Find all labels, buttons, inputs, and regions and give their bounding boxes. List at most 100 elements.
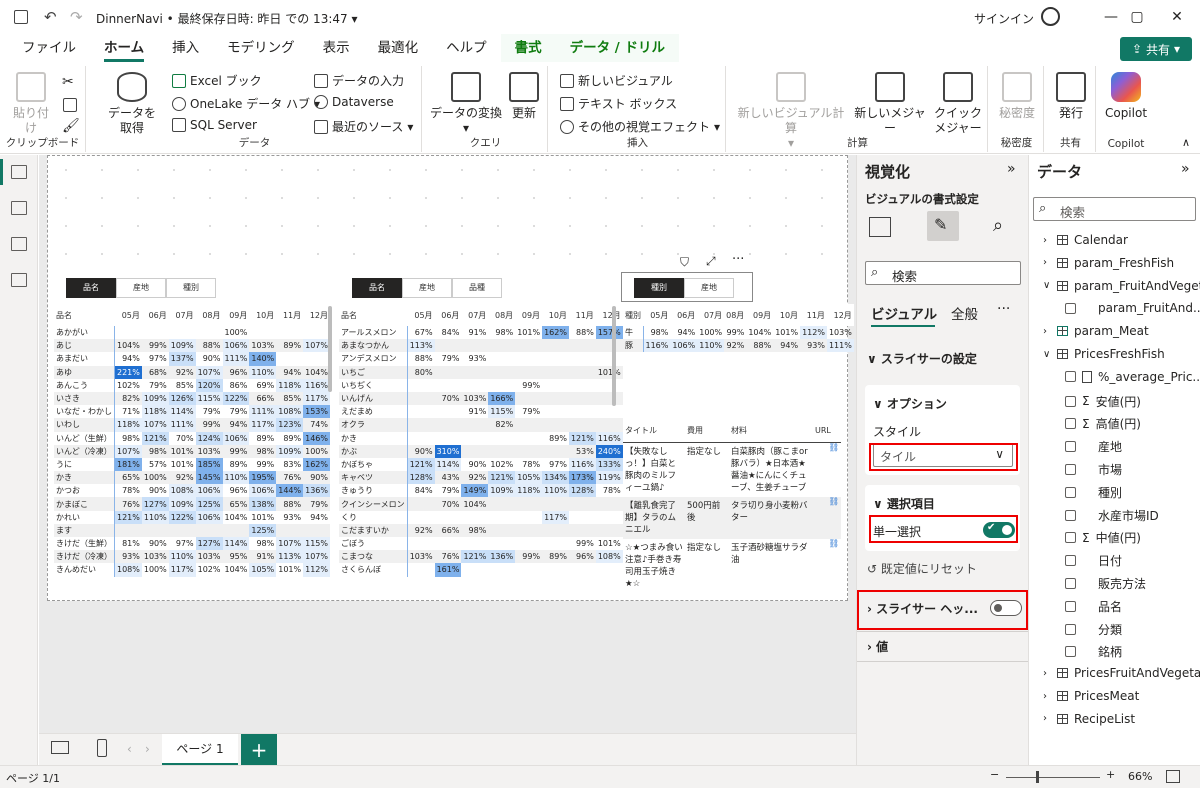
column-header[interactable]: 10月 (249, 304, 277, 326)
new-measure-button[interactable]: 新しいメジャー (850, 72, 930, 136)
column-header[interactable]: 09月 (746, 304, 774, 326)
slicer-tile[interactable]: 産地 (116, 278, 166, 298)
field-item[interactable]: %_average_Pric... (1065, 370, 1200, 384)
chevron-right-icon[interactable]: › (1043, 668, 1051, 679)
collapse-pane-icon[interactable]: » (1007, 161, 1016, 177)
table-row[interactable]: えだまめ 91% 115% 79% (339, 405, 623, 419)
table-row[interactable]: きけだ（冷凍） 93% 103% 110% 103% 95% 91% 113% 107% (54, 550, 330, 564)
prev-page-icon[interactable]: ‹ (127, 742, 132, 756)
values-section[interactable]: › 値 (867, 638, 888, 655)
text-box-button[interactable]: テキスト ボックス (560, 95, 677, 112)
column-header[interactable]: 05月 (114, 304, 142, 326)
column-header[interactable]: 12月 (303, 304, 330, 326)
table-row[interactable]: 【失敗なしっ！】白菜と豚肉のミルフィーユ鍋♪ 指定なし 白菜豚肉（豚こまor豚バラ）… (623, 442, 841, 497)
table-row[interactable]: こだますいか 92% 66% 98% (339, 523, 623, 537)
field-item[interactable]: 販売方法 (1065, 575, 1146, 592)
sensitivity-button[interactable]: 秘密度 (994, 72, 1040, 121)
slicer-tile[interactable]: 種別 (166, 278, 216, 298)
link-icon[interactable]: ⛓ (813, 496, 841, 539)
table-row[interactable]: かれい 121% 110% 122% 106% 104% 101% 93% 94% (54, 510, 330, 524)
checkbox[interactable] (1065, 623, 1076, 635)
field-item[interactable]: param_FruitAnd... (1065, 301, 1200, 315)
column-header[interactable]: URL (813, 420, 841, 443)
column-header[interactable]: 種別 (623, 304, 643, 326)
checkbox[interactable] (1065, 646, 1076, 658)
table-item[interactable]: › Calendar (1043, 233, 1128, 247)
table-item[interactable]: ∨param_FruitAndVeget... (1043, 279, 1200, 293)
add-page-button[interactable]: + (241, 734, 277, 766)
chevron-right-icon[interactable]: › (1043, 691, 1051, 702)
column-header[interactable]: 12月 (826, 304, 854, 326)
tab-modeling[interactable]: モデリング (213, 34, 309, 62)
table-row[interactable]: いさき 82% 109% 126% 115% 122% 66% 85% 117% (54, 391, 330, 406)
table-row[interactable]: いんど（生鮮） 98% 121% 70% 124% 106% 89% 89% 146% (54, 431, 330, 445)
more-visuals-button[interactable]: その他の視覚エフェクト ▾ (560, 118, 720, 135)
table-row[interactable]: アンデスメロン 88% 79% 93% (339, 352, 623, 366)
column-header[interactable]: 07月 (168, 304, 196, 326)
column-header[interactable]: 費用 (685, 420, 729, 443)
get-data-button[interactable]: データを 取得 (94, 72, 170, 136)
onelake-button[interactable]: OneLake データ ハブ ▾ (172, 95, 320, 112)
new-visual-button[interactable]: 新しいビジュアル (560, 72, 673, 89)
chevron-right-icon[interactable]: › (1043, 713, 1051, 724)
column-header[interactable]: 08月 (488, 304, 516, 326)
tab-visual[interactable]: ビジュアル (871, 303, 937, 323)
column-header[interactable]: 11月 (568, 304, 596, 326)
table-item[interactable]: › RecipeList (1043, 712, 1135, 726)
table-row[interactable]: さくらんぼ 161% (339, 563, 623, 577)
table-item[interactable]: › param_Meat (1043, 324, 1149, 338)
page-tab[interactable]: ページ 1 (162, 734, 238, 766)
slicer-fish[interactable]: 品名 産地 種別 (66, 278, 216, 298)
slicer-tile[interactable]: 種別 (634, 278, 684, 298)
tab-optimize[interactable]: 最適化 (364, 34, 433, 62)
more-options-icon[interactable]: ··· (732, 252, 744, 267)
table-item[interactable]: › param_FreshFish (1043, 256, 1174, 270)
table-row[interactable]: いわし 118% 107% 111% 99% 94% 117% 123% 74% (54, 418, 330, 432)
slicer-fruit[interactable]: 品名 産地 品種 (352, 278, 502, 298)
table-row[interactable]: いんげん 70% 103% 166% (339, 391, 623, 406)
table-row[interactable]: くり 117% (339, 510, 623, 524)
filter-icon[interactable]: ⛉ (680, 255, 689, 270)
report-page[interactable]: 品名 産地 種別 品名 05月 06月 07月 08月 09月 10月 11月 12月 あかがい 1… (47, 155, 854, 601)
checkbox[interactable] (1065, 509, 1076, 521)
table-row[interactable]: ☆★つまみ食い注意♪手巻き寿司用玉子焼き★☆ 指定なし 玉子酒砂糖塩サラダ油 ⛓ (623, 539, 841, 593)
table-item[interactable]: › PricesFruitAndVegeta... (1043, 666, 1200, 680)
tab-insert[interactable]: 挿入 (158, 34, 213, 62)
field-search-input[interactable]: ⌕ 検索 (1033, 197, 1196, 221)
table-row[interactable]: オクラ 82% (339, 418, 623, 432)
table-row[interactable]: かき 89% 121% 116% (339, 431, 623, 445)
column-header[interactable]: 09月 (222, 304, 250, 326)
field-item[interactable]: 日付 (1065, 552, 1122, 569)
focus-mode-icon[interactable]: ⤢ (706, 254, 716, 269)
scrollbar[interactable] (328, 306, 332, 392)
scrollbar[interactable] (612, 306, 616, 406)
model-view-icon[interactable] (11, 237, 27, 251)
slicer-tile[interactable]: 産地 (684, 278, 734, 298)
field-item[interactable]: 水産市場ID (1065, 507, 1159, 524)
table-row[interactable]: うに 181% 57% 101% 185% 89% 99% 83% 162% (54, 457, 330, 472)
quick-measure-button[interactable]: クイック メジャー (930, 72, 986, 136)
chevron-down-icon[interactable]: ∨ (1043, 280, 1051, 291)
table-item[interactable]: ∨ PricesFreshFish (1043, 347, 1165, 361)
table-row[interactable]: かまぼこ 76% 127% 109% 125% 65% 138% 88% 79% (54, 497, 330, 511)
checkbox[interactable] (1065, 600, 1076, 612)
table-row[interactable]: あゆ 221% 68% 92% 107% 96% 110% 94% 104% (54, 365, 330, 379)
column-header[interactable]: 10月 (773, 304, 801, 326)
tab-file[interactable]: ファイル (8, 34, 90, 62)
recent-sources-button[interactable]: 最近のソース ▾ (314, 118, 413, 135)
field-item[interactable]: 銘柄 (1065, 643, 1122, 660)
more-options-icon[interactable]: ··· (997, 301, 1010, 317)
share-button[interactable]: ⇪ 共有 ▾ (1120, 37, 1192, 61)
column-header[interactable]: 品名 (54, 304, 115, 326)
next-page-icon[interactable]: › (145, 742, 150, 756)
table-row[interactable]: 【離乳食完了期】タラのムニエル 500円前後 タラ切り身小麦粉バター ⛓ (623, 496, 841, 539)
checkbox[interactable] (1065, 486, 1076, 498)
excel-button[interactable]: Excel ブック (172, 72, 262, 89)
column-header[interactable]: 09月 (515, 304, 543, 326)
column-header[interactable]: 品名 (339, 304, 408, 326)
fruit-price-matrix[interactable]: 品名05月06月07月08月09月10月11月12月アールスメロン 67% 84% 9… (339, 304, 623, 577)
column-header[interactable]: 12月 (595, 304, 623, 326)
report-view-icon[interactable] (11, 165, 27, 179)
field-item[interactable]: 種別 (1065, 484, 1122, 501)
table-row[interactable]: 牛 98% 94% 100% 99% 104% 101% 112% 103% (623, 326, 854, 340)
